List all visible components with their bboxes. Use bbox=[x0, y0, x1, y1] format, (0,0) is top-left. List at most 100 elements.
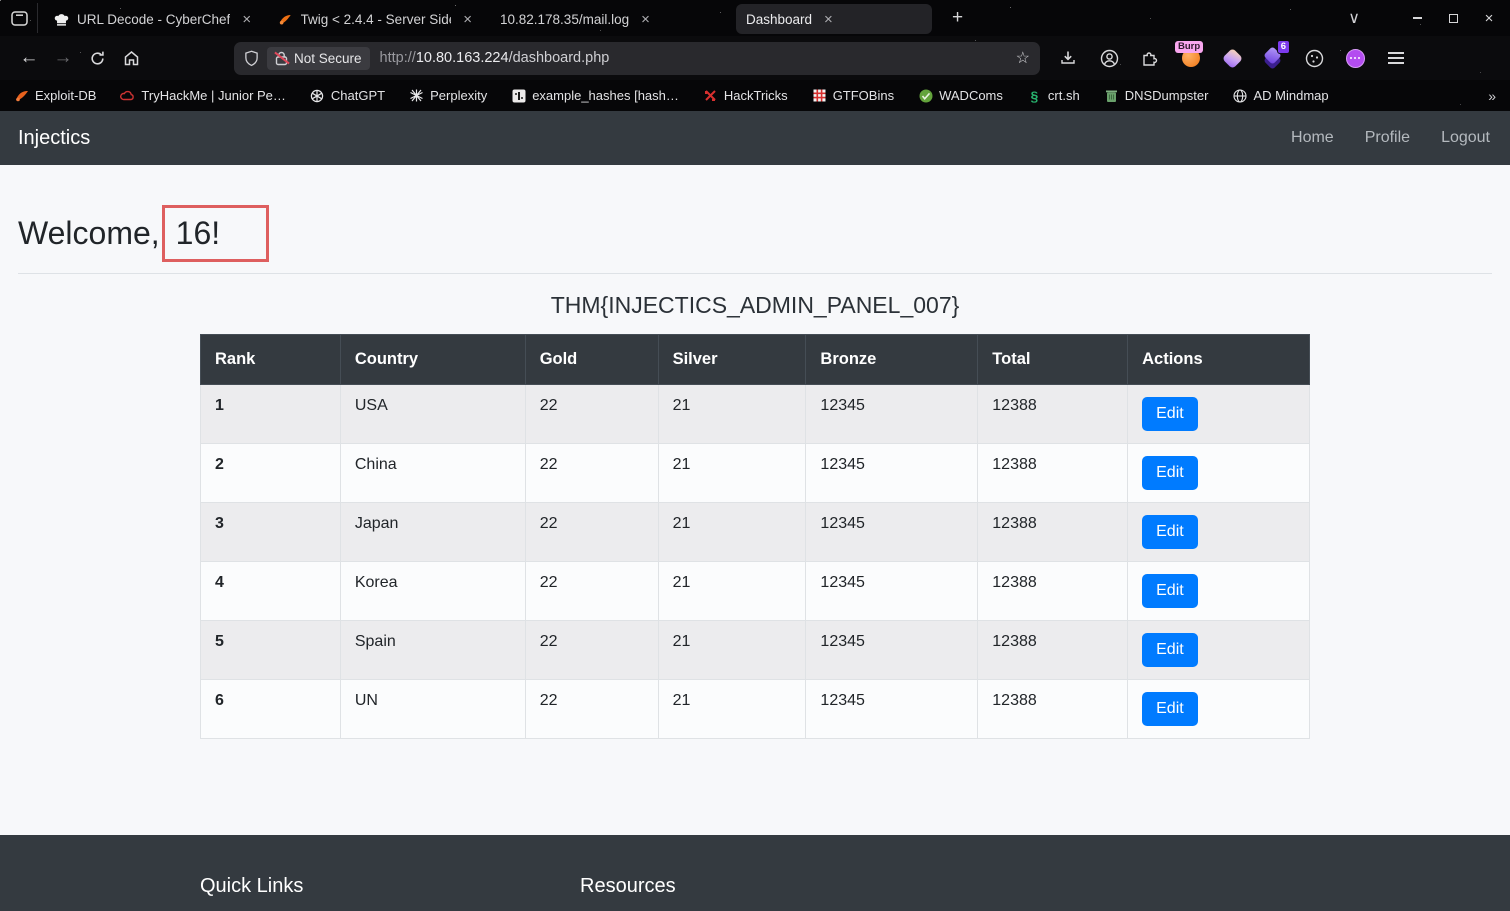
cell-gold: 22 bbox=[524, 443, 659, 503]
tab-twig-ssti[interactable]: Twig < 2.4.4 - Server Side × bbox=[268, 4, 484, 34]
home-button[interactable] bbox=[114, 43, 148, 73]
edit-button[interactable]: Edit bbox=[1142, 397, 1198, 431]
annotation-red-box: 16! bbox=[161, 205, 270, 262]
edit-button[interactable]: Edit bbox=[1142, 692, 1198, 726]
footer-resources-title: Resources bbox=[580, 875, 676, 897]
gtfobins-icon bbox=[812, 88, 827, 103]
cell-bronze: 12345 bbox=[805, 679, 979, 739]
tab-close-icon[interactable]: × bbox=[238, 10, 255, 29]
home-icon bbox=[124, 51, 138, 66]
extensions-button[interactable] bbox=[1138, 46, 1162, 70]
url-bar[interactable]: Not Secure http://10.80.163.224/dashboar… bbox=[234, 41, 1040, 75]
cell-country: Korea bbox=[339, 561, 526, 621]
cell-total: 12388 bbox=[977, 384, 1129, 444]
tab-dashboard-active[interactable]: Dashboard × bbox=[736, 4, 932, 34]
bookmark-label: example_hashes [hash… bbox=[532, 88, 679, 103]
tryhackme-cloud-icon bbox=[120, 88, 135, 103]
navigation-toolbar: ← → Not Secure http://10.80.163.224/dash… bbox=[0, 36, 1510, 80]
bookmark-label: ChatGPT bbox=[330, 88, 386, 103]
footer-quick-links-title: Quick Links bbox=[200, 875, 304, 897]
bookmark-crt-sh[interactable]: § crt.sh bbox=[1027, 87, 1079, 104]
url-host: 10.80.163.224 bbox=[415, 50, 509, 66]
bookmark-chatgpt[interactable]: ChatGPT bbox=[310, 88, 385, 103]
tab-close-icon[interactable]: × bbox=[820, 10, 837, 29]
extension-diamond-button[interactable] bbox=[1220, 46, 1244, 70]
tab-title: Twig < 2.4.4 - Server Side bbox=[300, 11, 452, 27]
welcome-text: Welcome, bbox=[18, 215, 160, 251]
bookmark-exploit-db[interactable]: Exploit-DB bbox=[14, 88, 96, 103]
cell-bronze: 12345 bbox=[805, 502, 979, 562]
cell-total: 12388 bbox=[977, 679, 1129, 739]
firefox-view-button[interactable] bbox=[8, 3, 38, 33]
bookmark-gtfobins[interactable]: GTFOBins bbox=[812, 88, 894, 103]
edit-button[interactable]: Edit bbox=[1142, 574, 1198, 608]
puzzle-piece-icon bbox=[1143, 52, 1158, 66]
minimize-button[interactable] bbox=[1410, 11, 1424, 25]
site-navbar: Injectics Home Profile Logout bbox=[0, 111, 1510, 165]
bookmark-dnsdumpster[interactable]: DNSDumpster bbox=[1104, 88, 1209, 103]
wappalyzer-button[interactable]: 6 bbox=[1261, 40, 1290, 70]
bookmark-perplexity[interactable]: Perplexity bbox=[409, 88, 487, 103]
cell-bronze: 12345 bbox=[805, 561, 979, 621]
bookmark-label: WADComs bbox=[939, 88, 1003, 103]
bookmark-example-hashes[interactable]: example_hashes [hash… bbox=[511, 88, 679, 103]
edit-button[interactable]: Edit bbox=[1142, 515, 1198, 549]
bookmark-label: DNSDumpster bbox=[1124, 88, 1209, 103]
minimize-icon bbox=[1412, 17, 1422, 19]
hamburger-icon bbox=[1388, 51, 1404, 65]
not-secure-chip[interactable]: Not Secure bbox=[267, 46, 370, 70]
back-button[interactable]: ← bbox=[12, 43, 46, 73]
bookmark-wadcoms[interactable]: WADComs bbox=[918, 88, 1003, 103]
tab-mail-log[interactable]: 10.82.178.35/mail.log × bbox=[490, 4, 708, 34]
col-header-actions: Actions bbox=[1127, 334, 1310, 385]
shield-icon bbox=[245, 50, 258, 66]
tab-cyberchef[interactable]: URL Decode - CyberChef × bbox=[44, 4, 268, 34]
maximize-button[interactable] bbox=[1446, 11, 1460, 25]
bookmark-ad-mindmap[interactable]: AD Mindmap bbox=[1232, 88, 1329, 103]
close-window-button[interactable]: × bbox=[1482, 11, 1496, 26]
url-text[interactable]: http://10.80.163.224/dashboard.php bbox=[380, 50, 610, 66]
account-button[interactable] bbox=[1097, 46, 1121, 70]
tab-close-icon[interactable]: × bbox=[637, 10, 654, 29]
chatgpt-icon bbox=[310, 88, 325, 103]
reload-button[interactable] bbox=[80, 43, 114, 73]
cell-rank: 5 bbox=[200, 620, 341, 680]
bookmark-tryhackme[interactable]: TryHackMe | Junior Pe… bbox=[120, 88, 286, 103]
cookie-icon bbox=[1305, 49, 1323, 67]
divider bbox=[18, 273, 1492, 274]
extension-purple-button[interactable] bbox=[1343, 46, 1367, 70]
toolbar-extensions: Burp 6 bbox=[1056, 40, 1408, 70]
medals-table: Rank Country Gold Silver Bronze Total Ac… bbox=[200, 334, 1310, 739]
forward-button[interactable]: → bbox=[46, 43, 80, 73]
menu-button[interactable] bbox=[1384, 46, 1408, 70]
cell-gold: 22 bbox=[524, 679, 659, 739]
bookmark-label: Perplexity bbox=[430, 88, 488, 103]
list-all-tabs-icon[interactable]: ∨ bbox=[1348, 8, 1360, 28]
cell-country: Japan bbox=[339, 502, 526, 562]
maximize-icon bbox=[1448, 13, 1458, 23]
bookmark-star-icon[interactable]: ☆ bbox=[1016, 48, 1030, 68]
firefox-view-icon bbox=[11, 10, 28, 26]
bookmark-label: Exploit-DB bbox=[35, 88, 97, 103]
tab-close-icon[interactable]: × bbox=[459, 10, 476, 29]
nav-link-profile[interactable]: Profile bbox=[1365, 129, 1410, 147]
downloads-button[interactable] bbox=[1056, 46, 1080, 70]
chef-hat-icon bbox=[54, 13, 69, 26]
foxyproxy-button[interactable]: Burp bbox=[1175, 41, 1204, 70]
edit-button[interactable]: Edit bbox=[1142, 456, 1198, 490]
cell-bronze: 12345 bbox=[805, 384, 979, 444]
url-scheme: http:// bbox=[379, 50, 416, 66]
nav-link-logout[interactable]: Logout bbox=[1441, 129, 1490, 147]
nav-link-home[interactable]: Home bbox=[1291, 129, 1334, 147]
crt-sh-icon: § bbox=[1030, 87, 1039, 104]
edit-button[interactable]: Edit bbox=[1142, 633, 1198, 667]
cookie-editor-button[interactable] bbox=[1302, 46, 1326, 70]
cell-country: USA bbox=[339, 384, 526, 444]
site-brand[interactable]: Injectics bbox=[18, 127, 90, 150]
bookmarks-overflow-chevron[interactable]: » bbox=[1488, 88, 1496, 104]
hashcat-icon bbox=[511, 88, 526, 103]
bookmark-hacktricks[interactable]: HackTricks bbox=[703, 88, 788, 103]
new-tab-button[interactable]: + bbox=[944, 5, 971, 31]
col-header-total: Total bbox=[977, 334, 1129, 385]
security-label: Not Secure bbox=[294, 50, 362, 66]
